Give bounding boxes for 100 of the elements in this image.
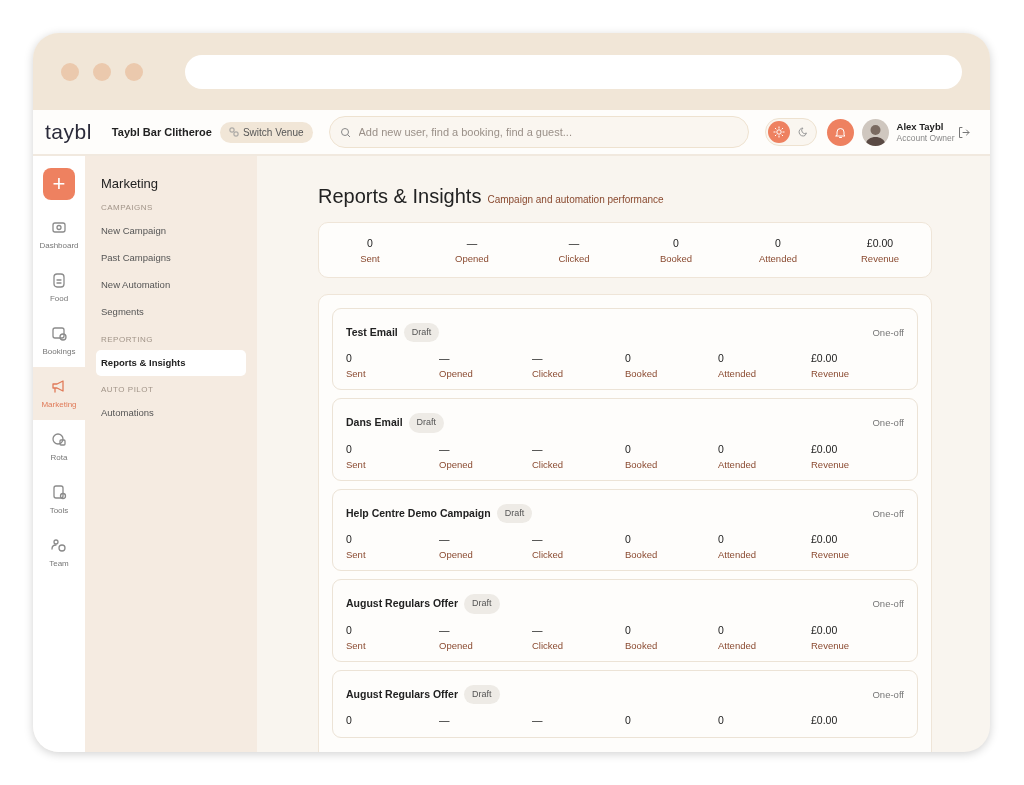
campaign-type: One-off xyxy=(872,325,904,340)
stat-label: Attended xyxy=(757,252,798,265)
stat-label: Opened xyxy=(439,368,474,381)
page-subtitle: Campaign and automation performance xyxy=(487,193,664,207)
stat-label: Attended xyxy=(718,639,758,652)
stat-value: — xyxy=(532,352,544,367)
menu-item[interactable]: Reports & Insights xyxy=(96,349,246,376)
search-field[interactable]: Add new user, find a booking, find a guest... xyxy=(356,122,738,142)
stat-value: 0 xyxy=(672,237,680,251)
stat-label: Revenue xyxy=(811,458,851,471)
campaign-type: One-off xyxy=(872,597,904,612)
menu-item[interactable]: New Automation xyxy=(96,272,246,299)
stat-label: Booked xyxy=(625,639,659,652)
page-title: Reports & Insights xyxy=(318,184,482,208)
stat-value: — xyxy=(532,623,544,638)
status-badge: Draft xyxy=(496,503,533,524)
stat-value: — xyxy=(439,533,451,548)
stat-label: Attended xyxy=(718,368,758,381)
campaign-name: Dans Email xyxy=(346,415,403,431)
stat-value: 0 xyxy=(625,623,632,638)
stat-value: — xyxy=(567,237,581,251)
menu-item[interactable]: Segments xyxy=(96,299,246,326)
light-mode-button[interactable] xyxy=(767,121,790,143)
stat-label: Sent xyxy=(346,458,367,471)
nav-item[interactable]: Team xyxy=(33,526,85,579)
search-icon xyxy=(339,126,351,138)
stat-value: £0.00 xyxy=(811,623,839,638)
stat-value: 0 xyxy=(625,533,632,548)
stat-label: Opened xyxy=(439,639,474,652)
nav-item[interactable]: Food xyxy=(33,261,85,314)
menu-item[interactable]: Automations xyxy=(96,399,246,426)
stat-value: 0 xyxy=(346,714,353,729)
stat-value: 0 xyxy=(774,237,782,251)
bell-icon xyxy=(833,125,847,139)
stat-value: — xyxy=(465,237,479,251)
avatar[interactable] xyxy=(861,118,889,146)
stat-label: Opened xyxy=(439,458,474,471)
stat-label: Sent xyxy=(346,549,367,562)
nav-item[interactable]: Dashboard xyxy=(33,208,85,261)
notifications-button[interactable] xyxy=(826,118,854,146)
stat-value: 0 xyxy=(625,352,632,367)
stat-value: — xyxy=(439,442,451,457)
window-dot xyxy=(93,62,111,81)
logout-icon xyxy=(957,126,970,140)
search-bar[interactable]: Add new user, find a booking, find a guest... xyxy=(328,116,749,148)
stat-value: 0 xyxy=(346,533,353,548)
stat-value: 0 xyxy=(346,352,353,367)
window-dot xyxy=(125,62,143,81)
logo: taybl xyxy=(45,119,92,146)
menu-item[interactable]: New Campaign xyxy=(96,217,246,244)
stat-label: Booked xyxy=(625,458,659,471)
stat-label: Clicked xyxy=(532,368,565,381)
stat-label: Opened xyxy=(439,549,474,562)
stat-label: Revenue xyxy=(811,549,851,562)
stat-value: 0 xyxy=(718,442,725,457)
stat-value: — xyxy=(532,533,544,548)
user-name: Alex Taybl xyxy=(896,121,945,133)
stat-value: £0.00 xyxy=(811,533,839,548)
stat-value: — xyxy=(439,714,451,729)
nav-item[interactable]: Marketing xyxy=(33,367,85,420)
campaign-type: One-off xyxy=(872,506,904,521)
stat-label: Clicked xyxy=(557,252,591,265)
theme-toggle[interactable] xyxy=(764,118,817,146)
window-dot xyxy=(61,62,79,81)
stat-value: — xyxy=(439,623,451,638)
stat-label: Sent xyxy=(346,368,367,381)
add-button[interactable]: + xyxy=(43,168,75,200)
switch-venue-button[interactable]: Switch Venue xyxy=(219,121,313,143)
stat-label: Sent xyxy=(359,252,381,265)
stat-label: Sent xyxy=(346,639,367,652)
campaign-type: One-off xyxy=(872,687,904,702)
venue-name: Taybl Bar Clitheroe xyxy=(111,124,212,140)
sun-icon xyxy=(772,126,785,138)
menu-title: Marketing xyxy=(101,175,160,193)
stat-value: — xyxy=(532,714,544,729)
user-role: Account Owner xyxy=(896,132,955,143)
section-heading: CAMPAIGNS xyxy=(101,201,154,214)
campaign-name: August Regulars Offer xyxy=(346,686,458,702)
status-badge: Draft xyxy=(464,684,500,705)
stat-label: Revenue xyxy=(811,368,851,381)
stat-value: 0 xyxy=(625,714,632,729)
stat-value: 0 xyxy=(366,237,374,251)
stat-value: 0 xyxy=(718,714,725,729)
stat-value: £0.00 xyxy=(865,237,895,251)
stat-label: Revenue xyxy=(811,639,851,652)
moon-icon xyxy=(796,126,809,138)
stat-label: Attended xyxy=(718,549,758,562)
section-heading: AUTO PILOT xyxy=(101,383,155,396)
menu-item[interactable]: Past Campaigns xyxy=(96,244,246,271)
switch-icon xyxy=(228,127,239,137)
nav-item[interactable]: Rota xyxy=(33,420,85,473)
nav-item[interactable]: Tools xyxy=(33,473,85,526)
stat-value: 0 xyxy=(718,352,725,367)
stat-value: £0.00 xyxy=(811,352,839,367)
stat-value: 0 xyxy=(346,623,353,638)
stat-value: — xyxy=(532,442,544,457)
nav-item[interactable]: Bookings xyxy=(33,314,85,367)
stat-label: Clicked xyxy=(532,549,565,562)
stat-label: Attended xyxy=(718,458,758,471)
campaign-name: Test Email xyxy=(346,324,398,340)
